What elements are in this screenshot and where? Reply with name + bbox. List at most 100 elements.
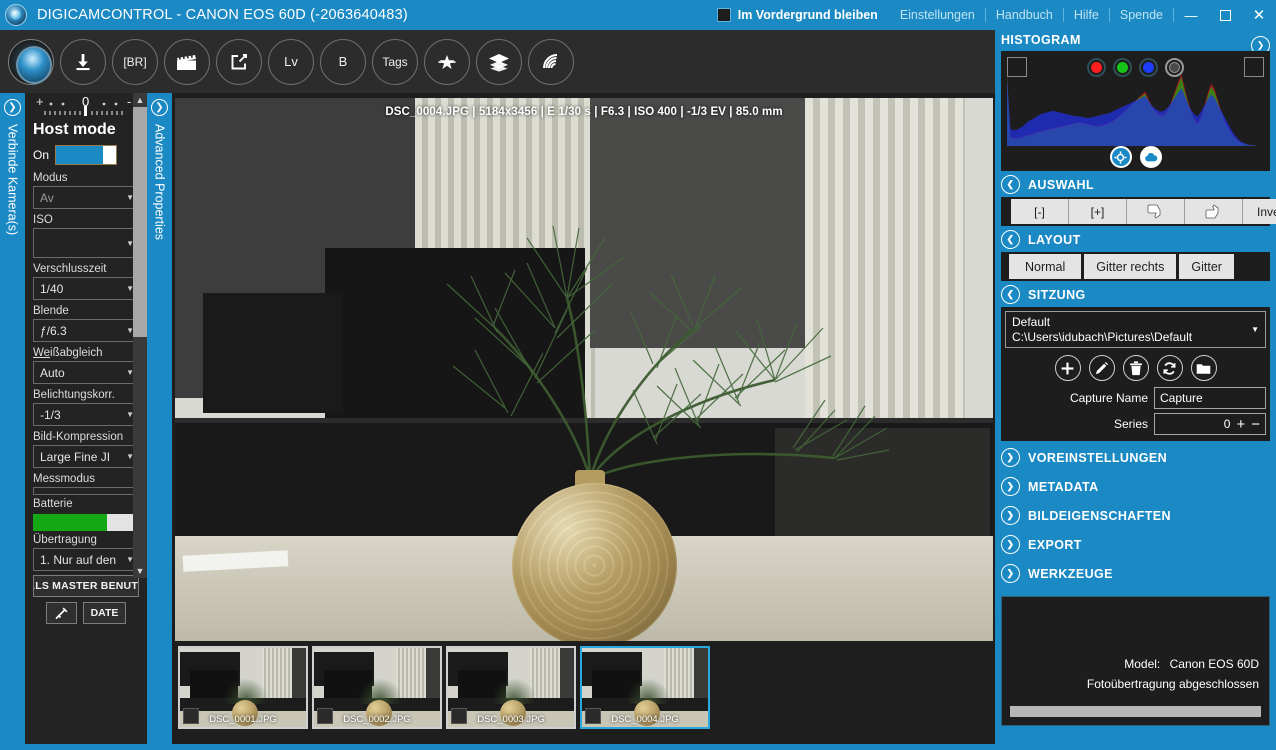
list-item[interactable]: DSC_0003.JPG — [446, 646, 576, 729]
layout-grid-button[interactable]: Gitter — [1179, 254, 1234, 279]
app-title: DIGICAMCONTROL - CANON EOS 60D (-2063640… — [37, 7, 408, 23]
right-sidebar: ❯ HISTOGRAM — [995, 30, 1276, 750]
session-select[interactable]: Default C:\Users\idubach\Pictures\Defaul… — [1005, 311, 1266, 348]
tags-button[interactable]: Tags — [372, 39, 418, 85]
menu-settings[interactable]: Einstellungen — [890, 8, 985, 22]
cloud-icon[interactable] — [1140, 146, 1162, 168]
layout-grid-right-button[interactable]: Gitter rechts — [1084, 254, 1176, 279]
wireless-icon[interactable] — [528, 39, 574, 85]
camera-live-icon[interactable] — [8, 39, 54, 85]
close-button[interactable]: ✕ — [1242, 0, 1276, 30]
layout-normal-button[interactable]: Normal — [1009, 254, 1081, 279]
histogram-title: HISTOGRAM — [995, 30, 1276, 49]
image-properties-section-header[interactable]: ❯ BILDEIGENSCHAFTEN — [995, 501, 1276, 530]
chevron-down-icon: ❯ — [1001, 564, 1020, 583]
series-label: Series — [1114, 417, 1148, 431]
bulb-button[interactable]: B — [320, 39, 366, 85]
scroll-down-arrow-icon[interactable]: ▼ — [133, 564, 147, 578]
bracketing-button[interactable]: [BR] — [112, 39, 158, 85]
session-action-row — [1005, 355, 1266, 381]
compression-select[interactable]: Large Fine JI ▼ — [33, 445, 139, 468]
wrench-icon-button[interactable] — [46, 602, 77, 624]
histogram-action-row — [1001, 146, 1270, 168]
white-balance-select[interactable]: Auto ▼ — [33, 361, 139, 384]
selection-section-header[interactable]: ❮ AUSWAHL — [995, 174, 1276, 195]
layout-section-title: LAYOUT — [1028, 233, 1081, 247]
status-text-block: Model: Canon EOS 60D Fotoübertragung abg… — [1087, 657, 1259, 697]
minimize-button[interactable]: — — [1174, 0, 1208, 30]
liveview-button[interactable]: Lv — [268, 39, 314, 85]
select-button[interactable]: [+] — [1069, 199, 1127, 224]
mode-select[interactable]: Av ▼ — [33, 186, 139, 209]
scroll-up-arrow-icon[interactable]: ▲ — [133, 93, 147, 107]
metadata-section-header[interactable]: ❯ METADATA — [995, 472, 1276, 501]
tags-label: Tags — [382, 55, 407, 69]
series-stepper[interactable]: 0 + − — [1154, 413, 1266, 435]
export-section-header[interactable]: ❯ EXPORT — [995, 530, 1276, 559]
series-decrement-button[interactable]: − — [1251, 417, 1260, 432]
external-open-icon[interactable] — [216, 39, 262, 85]
chevron-down-icon: ❯ — [1001, 535, 1020, 554]
image-workspace: DSC_0004.JPG | 5184x3456 | E 1/30 s | F6… — [172, 93, 995, 750]
selection-section-title: AUSWAHL — [1028, 178, 1094, 192]
scrollbar-thumb[interactable] — [133, 107, 147, 337]
exposure-compensation-label: Belichtungskorr. — [25, 386, 147, 403]
aperture-select[interactable]: ƒ/6.3 ▼ — [33, 319, 139, 342]
use-as-master-button[interactable]: ALS MASTER BENUTZ — [33, 575, 139, 597]
white-balance-label-rest: ißabgleich — [50, 347, 102, 359]
exposure-compensation-select[interactable]: -1/3 ▼ — [33, 403, 139, 426]
camera-model-label: Model: — [1124, 657, 1160, 671]
sidebar-tab-advanced-properties[interactable]: ❯ Advanced Properties — [147, 93, 172, 750]
session-section-header[interactable]: ❮ SITZUNG — [995, 284, 1276, 305]
layers-icon[interactable] — [476, 39, 522, 85]
properties-scrollbar[interactable]: ▲ ▼ — [133, 93, 147, 578]
list-item[interactable]: DSC_0004.JPG — [580, 646, 710, 729]
host-mode-toggle[interactable] — [55, 145, 117, 165]
menu-donate[interactable]: Spende — [1110, 8, 1173, 22]
mode-label: Modus — [25, 169, 147, 186]
list-item[interactable]: DSC_0001.JPG — [178, 646, 308, 729]
selection-button-group: [-] [+] Invert — [1001, 197, 1270, 226]
chevron-right-icon: ❯ — [151, 99, 168, 116]
menu-help[interactable]: Hilfe — [1064, 8, 1109, 22]
stay-on-top-checkbox[interactable] — [717, 8, 731, 22]
add-icon[interactable] — [1055, 355, 1081, 381]
capture-name-label: Capture Name — [1070, 391, 1148, 405]
layout-section-header[interactable]: ❮ LAYOUT — [995, 229, 1276, 250]
delete-icon[interactable] — [1123, 355, 1149, 381]
presets-section-title: VOREINSTELLUNGEN — [1028, 451, 1167, 465]
thumbs-down-button[interactable] — [1127, 199, 1185, 224]
download-icon[interactable] — [60, 39, 106, 85]
chevron-up-icon: ❮ — [1001, 230, 1020, 249]
metering-select[interactable] — [33, 487, 139, 495]
thumbs-up-button[interactable] — [1185, 199, 1243, 224]
image-properties-section-title: BILDEIGENSCHAFTEN — [1028, 509, 1171, 523]
menu-manual[interactable]: Handbuch — [986, 8, 1063, 22]
focus-icon[interactable] — [1110, 146, 1132, 168]
edit-icon[interactable] — [1089, 355, 1115, 381]
maximize-button[interactable] — [1208, 0, 1242, 30]
transfer-status-text: Fotoübertragung abgeschlossen — [1087, 677, 1259, 691]
tools-section-title: WERKZEUGE — [1028, 567, 1113, 581]
timelapse-icon[interactable] — [164, 39, 210, 85]
date-button[interactable]: DATE — [83, 602, 127, 624]
histogram-graph — [1007, 68, 1267, 146]
list-item[interactable]: DSC_0002.JPG — [312, 646, 442, 729]
shutter-speed-select[interactable]: 1/40 ▼ — [33, 277, 139, 300]
iso-select[interactable]: ▼ — [33, 228, 139, 258]
folder-icon[interactable] — [1191, 355, 1217, 381]
invert-selection-button[interactable]: Invert — [1243, 199, 1276, 224]
refresh-icon[interactable] — [1157, 355, 1183, 381]
main-photo-view[interactable]: DSC_0004.JPG | 5184x3456 | E 1/30 s | F6… — [175, 98, 993, 641]
capture-name-input[interactable]: Capture — [1154, 387, 1266, 409]
sidebar-tab-connect-cameras[interactable]: ❯ Verbinde Kamera(s) — [0, 93, 25, 750]
camera-model-row: Model: Canon EOS 60D — [1087, 657, 1259, 671]
presets-section-header[interactable]: ❯ VOREINSTELLUNGEN — [995, 443, 1276, 472]
series-increment-button[interactable]: + — [1236, 417, 1245, 432]
tools-section-header[interactable]: ❯ WERKZEUGE — [995, 559, 1276, 588]
transfer-select[interactable]: 1. Nur auf den ▼ — [33, 548, 139, 571]
star-icon[interactable] — [424, 39, 470, 85]
series-value: 0 — [1224, 417, 1231, 431]
deselect-button[interactable]: [-] — [1011, 199, 1069, 224]
battery-fill — [33, 514, 107, 531]
